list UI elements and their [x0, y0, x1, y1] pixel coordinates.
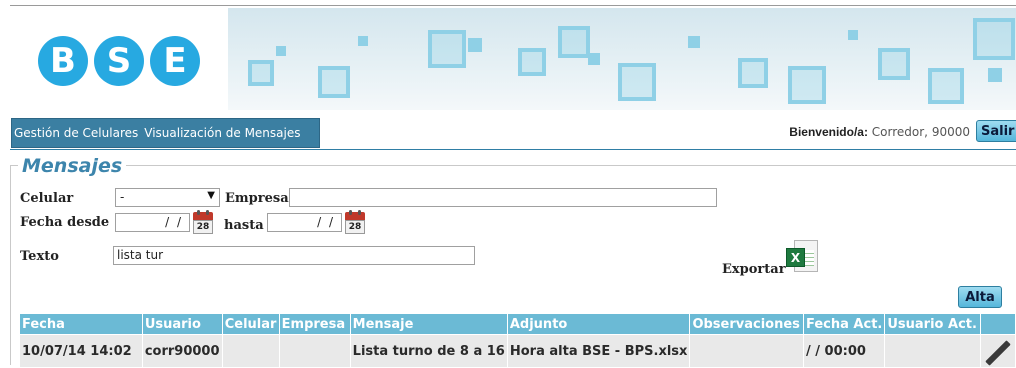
- fieldset-border: [10, 165, 1016, 166]
- top-border: [10, 5, 1016, 6]
- hasta-input[interactable]: / /: [267, 213, 342, 232]
- column-header-mensaje[interactable]: Mensaje: [349, 313, 508, 335]
- texto-label: Texto: [20, 249, 59, 264]
- logout-button[interactable]: Salir: [976, 120, 1016, 142]
- cell-mensaje: Lista turno de 8 a 16: [349, 334, 508, 368]
- cell-fecha: 10/07/14 14:02: [19, 334, 143, 368]
- column-header-actions: [979, 313, 1016, 335]
- cell-empresa: [278, 334, 351, 368]
- cell-actions: [979, 334, 1016, 368]
- fecha-desde-input[interactable]: / /: [115, 213, 190, 232]
- table-header-row: Fecha Usuario Celular Empresa Mensaje Ad…: [19, 313, 1016, 335]
- celular-select-value: -: [120, 190, 125, 204]
- header-banner: [228, 8, 1016, 110]
- texto-input[interactable]: lista tur: [113, 246, 475, 265]
- cell-celular: [221, 334, 280, 368]
- logo-area: B S E: [10, 8, 228, 110]
- fieldset-legend: Mensajes: [18, 155, 127, 177]
- cell-usuario: corr90000: [141, 334, 223, 368]
- fecha-desde-label: Fecha desde: [20, 215, 110, 230]
- column-header-fecha[interactable]: Fecha: [19, 313, 143, 335]
- fieldset-border-left: [10, 165, 11, 365]
- cell-observaciones: [689, 334, 804, 368]
- menu-item-gestion-celulares[interactable]: Gestión de Celulares: [14, 126, 138, 140]
- column-header-observaciones[interactable]: Observaciones: [689, 313, 804, 335]
- cell-fecha-act: / / 00:00: [802, 334, 886, 368]
- column-header-adjunto[interactable]: Adjunto: [506, 313, 691, 335]
- column-header-fecha-act[interactable]: Fecha Act.: [802, 313, 886, 335]
- welcome-label: Bienvenido/a:: [789, 125, 868, 139]
- excel-export-icon[interactable]: X: [786, 240, 820, 274]
- logo-letter-b: B: [38, 36, 88, 86]
- header-separator: [10, 149, 1016, 150]
- bse-logo: B S E: [38, 36, 200, 86]
- add-button[interactable]: Alta: [958, 286, 1002, 308]
- cell-adjunto[interactable]: Hora alta BSE - BPS.xlsx: [506, 334, 691, 368]
- menu-bar: Gestión de Celulares Visualización de Me…: [11, 118, 320, 148]
- calendar-icon[interactable]: 28: [345, 210, 365, 234]
- export-label[interactable]: Exportar: [722, 262, 786, 277]
- logo-letter-s: S: [94, 36, 144, 86]
- column-header-celular[interactable]: Celular: [221, 313, 280, 335]
- celular-label: Celular: [20, 191, 74, 206]
- celular-select[interactable]: - ▼: [115, 188, 220, 207]
- cell-usuario-act: [884, 334, 981, 368]
- chevron-down-icon: ▼: [207, 190, 215, 201]
- pencil-edit-icon[interactable]: [983, 336, 1013, 366]
- calendar-icon[interactable]: 28: [193, 210, 213, 234]
- column-header-empresa[interactable]: Empresa: [278, 313, 351, 335]
- empresa-label: Empresa: [225, 191, 289, 206]
- logo-letter-e: E: [150, 36, 200, 86]
- table-row[interactable]: 10/07/14 14:02 corr90000 Lista turno de …: [19, 334, 1016, 368]
- hasta-label: hasta: [224, 218, 264, 233]
- calendar-day: 28: [345, 220, 365, 234]
- empresa-input[interactable]: [289, 188, 717, 207]
- column-header-usuario[interactable]: Usuario: [141, 313, 223, 335]
- calendar-day: 28: [193, 220, 213, 234]
- welcome-user: Corredor, 90000: [871, 125, 970, 139]
- welcome-text: Bienvenido/a: Corredor, 90000: [789, 125, 970, 139]
- menu-item-visualizacion-mensajes[interactable]: Visualización de Mensajes: [144, 126, 300, 140]
- column-header-usuario-act[interactable]: Usuario Act.: [884, 313, 981, 335]
- messages-table: Fecha Usuario Celular Empresa Mensaje Ad…: [19, 313, 1016, 368]
